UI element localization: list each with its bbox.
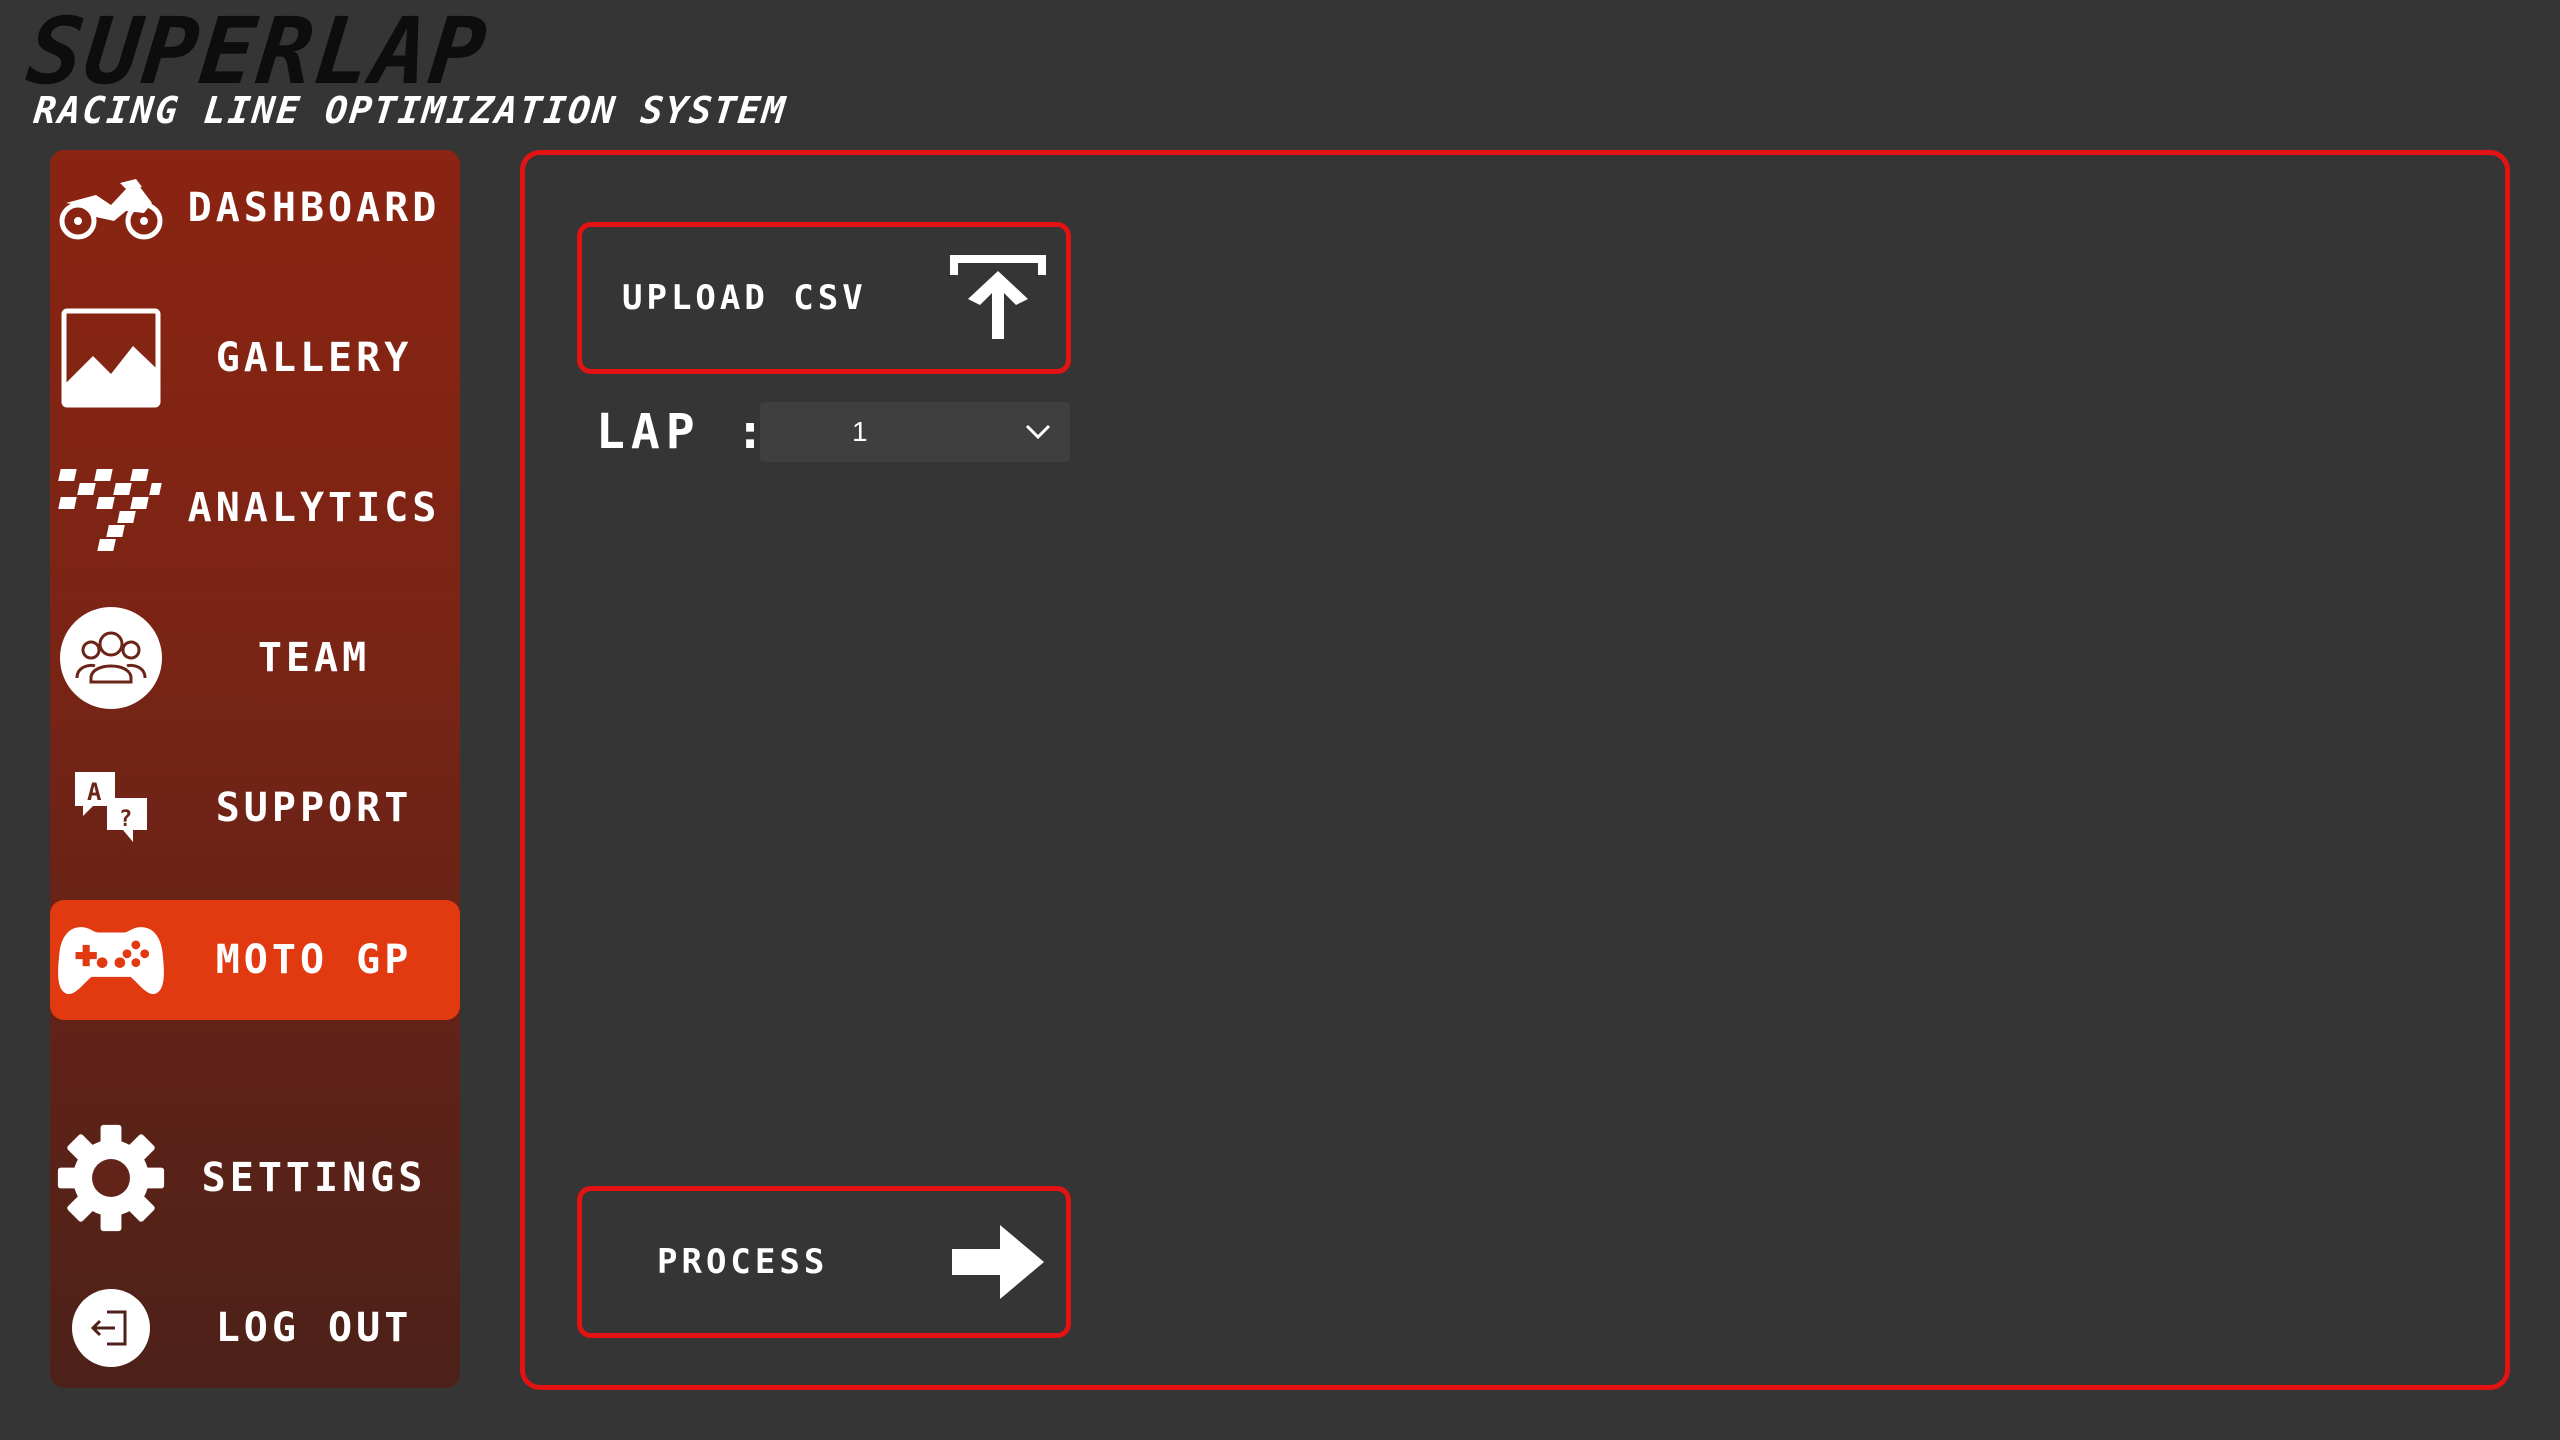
svg-text:A: A — [87, 778, 102, 806]
sidebar-item-support[interactable]: A ? SUPPORT — [50, 748, 460, 868]
upload-csv-label: UPLOAD CSV — [622, 278, 867, 318]
sidebar-item-label: SETTINGS — [201, 1155, 427, 1201]
sidebar-item-log-out[interactable]: LOG OUT — [50, 1268, 460, 1388]
sidebar-item-label: TEAM — [257, 635, 371, 681]
lap-select-value: 1 — [852, 416, 868, 447]
sidebar-item-label: GALLERY — [215, 335, 413, 381]
lap-label: LAP : — [596, 404, 771, 460]
upload-csv-button[interactable]: UPLOAD CSV — [577, 222, 1071, 374]
upload-icon — [948, 248, 1048, 348]
sidebar-item-label: DASHBOARD — [187, 185, 441, 231]
process-label: PROCESS — [657, 1242, 829, 1282]
motorcycle-icon — [56, 153, 166, 263]
brand-title: SUPERLAP — [22, 0, 493, 105]
gamepad-icon — [56, 905, 166, 1015]
svg-text:?: ? — [119, 807, 132, 832]
sidebar-item-team[interactable]: TEAM — [50, 598, 460, 718]
lap-select[interactable]: 1 — [760, 402, 1070, 462]
sidebar: DASHBOARD GALLERY ANALYTICS TEAM A ? SUP… — [50, 150, 460, 1388]
team-icon — [56, 603, 166, 713]
sidebar-item-label: MOTO GP — [215, 937, 413, 983]
arrow-right-icon — [948, 1212, 1048, 1312]
support-chat-icon: A ? — [56, 753, 166, 863]
logout-icon — [56, 1273, 166, 1383]
sidebar-item-dashboard[interactable]: DASHBOARD — [50, 150, 460, 268]
sidebar-item-moto-gp[interactable]: MOTO GP — [50, 900, 460, 1020]
sidebar-item-label: LOG OUT — [215, 1305, 413, 1351]
sidebar-item-label: ANALYTICS — [187, 485, 441, 531]
sidebar-item-analytics[interactable]: ANALYTICS — [50, 448, 460, 568]
gear-icon — [56, 1123, 166, 1233]
brand-subtitle: RACING LINE OPTIMIZATION SYSTEM — [31, 89, 789, 132]
image-icon — [56, 303, 166, 413]
app-window: SUPERLAP RACING LINE OPTIMIZATION SYSTEM… — [0, 0, 2560, 1440]
sidebar-item-label: SUPPORT — [215, 785, 413, 831]
checkered-flag-icon — [56, 453, 166, 563]
sidebar-item-settings[interactable]: SETTINGS — [50, 1118, 460, 1238]
sidebar-item-gallery[interactable]: GALLERY — [50, 298, 460, 418]
process-button[interactable]: PROCESS — [577, 1186, 1071, 1338]
chevron-down-icon — [1020, 414, 1056, 450]
